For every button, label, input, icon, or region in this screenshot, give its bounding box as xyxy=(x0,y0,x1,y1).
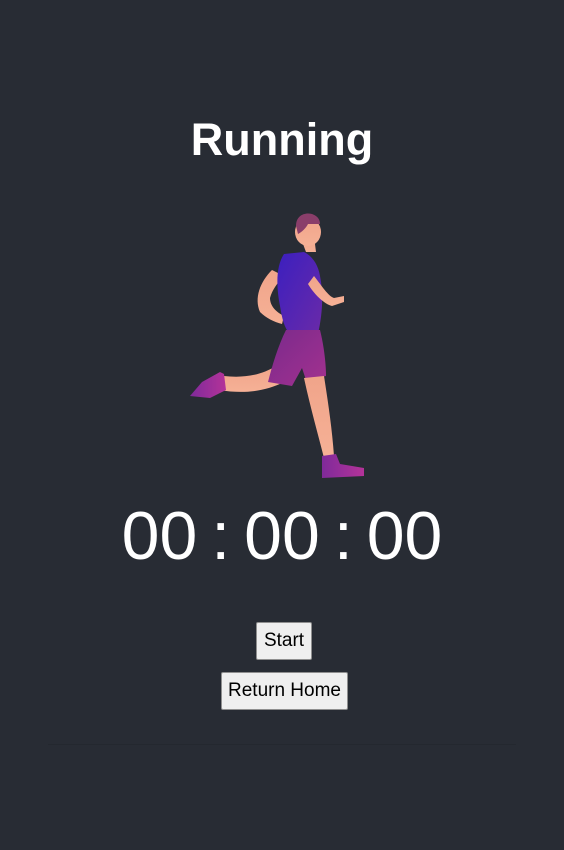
runner-icon xyxy=(190,213,364,478)
app-page: Running 00: 00: 00 Start Return Home xyxy=(0,0,564,850)
stopwatch-display: 00:00:00 xyxy=(0,494,564,578)
page-title: Running xyxy=(190,114,374,165)
timer-seconds: 00 xyxy=(366,498,443,574)
timer-hours: 00 xyxy=(121,498,198,574)
timer-minutes: 00 xyxy=(244,498,320,574)
timer-separator: : xyxy=(333,498,353,574)
start-button[interactable]: Start xyxy=(256,622,312,660)
timer-separator: : xyxy=(211,498,231,574)
return-home-button[interactable]: Return Home xyxy=(221,672,348,710)
